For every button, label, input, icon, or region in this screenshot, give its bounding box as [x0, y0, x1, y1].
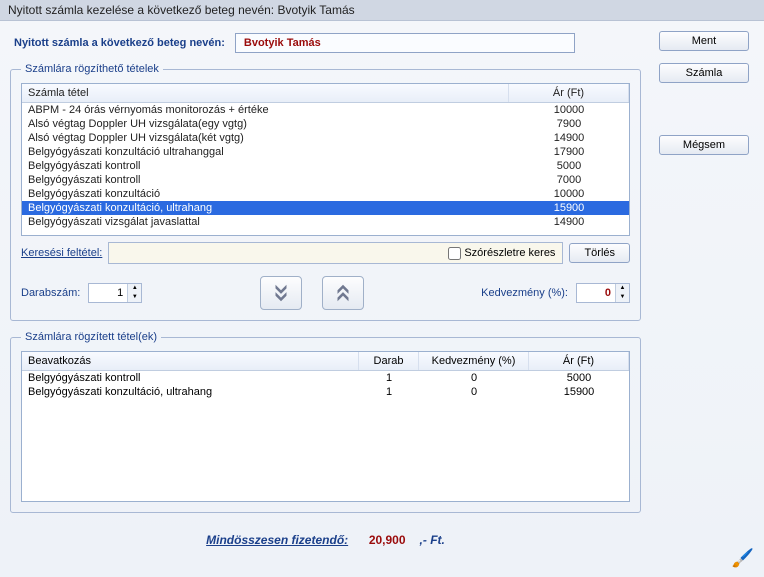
qty-spinner[interactable]: ▲▼	[88, 283, 142, 303]
rcol-qty[interactable]: Darab	[359, 352, 419, 370]
patient-label: Nyitott számla a következő beteg nevén:	[14, 37, 225, 49]
discount-spinner[interactable]: ▲▼	[576, 283, 630, 303]
table-row[interactable]: Alsó végtag Doppler UH vizsgálata(egy vg…	[22, 117, 629, 131]
discount-input[interactable]	[577, 284, 615, 302]
partial-search-label: Szórészletre keres	[464, 247, 555, 259]
qty-up[interactable]: ▲	[128, 284, 141, 293]
search-input[interactable]: Szórészletre keres	[108, 242, 563, 264]
table-row[interactable]: Belgyógyászati vizsgálat javaslattal1490…	[22, 215, 629, 229]
qty-input[interactable]	[89, 284, 127, 302]
disc-up[interactable]: ▲	[616, 284, 629, 293]
recorded-items-legend: Számlára rögzített tétel(ek)	[21, 331, 161, 343]
table-row[interactable]: Alsó végtag Doppler UH vizsgálata(két vg…	[22, 131, 629, 145]
available-items-legend: Számlára rögzíthető tételek	[21, 63, 163, 75]
chevron-down-icon	[270, 282, 292, 304]
table-row[interactable]: ABPM - 24 órás vérnyomás monitorozás + é…	[22, 103, 629, 117]
table-row[interactable]: Belgyógyászati konzultáció, ultrahang101…	[22, 385, 629, 399]
cancel-button[interactable]: Mégsem	[659, 135, 749, 155]
table-row[interactable]: Belgyógyászati konzultáció10000	[22, 187, 629, 201]
rcol-name[interactable]: Beavatkozás	[22, 352, 359, 370]
chevron-up-icon	[332, 282, 354, 304]
qty-label: Darabszám:	[21, 287, 80, 299]
total-row: Mindösszesen fizetendő: 20,900 ,- Ft.	[10, 523, 641, 547]
col-header-price[interactable]: Ár (Ft)	[509, 84, 629, 102]
available-items-table[interactable]: Számla tétel Ár (Ft) ABPM - 24 órás vérn…	[21, 83, 630, 236]
recorded-items-table[interactable]: Beavatkozás Darab Kedvezmény (%) Ár (Ft)…	[21, 351, 630, 502]
delete-button[interactable]: Törlés	[569, 243, 630, 263]
total-suffix: ,- Ft.	[420, 533, 445, 547]
partial-search-check[interactable]	[448, 247, 461, 260]
total-label: Mindösszesen fizetendő:	[206, 533, 348, 547]
qty-down[interactable]: ▼	[128, 293, 141, 302]
patient-name-field: Bvotyik Tamás	[235, 33, 575, 53]
invoice-button[interactable]: Számla	[659, 63, 749, 83]
discount-label: Kedvezmény (%):	[481, 287, 568, 299]
table-row[interactable]: Belgyógyászati konzultáció, ultrahang159…	[22, 201, 629, 215]
col-header-name[interactable]: Számla tétel	[22, 84, 509, 102]
disc-down[interactable]: ▼	[616, 293, 629, 302]
rcol-price[interactable]: Ár (Ft)	[529, 352, 629, 370]
rcol-disc[interactable]: Kedvezmény (%)	[419, 352, 529, 370]
available-items-group: Számlára rögzíthető tételek Számla tétel…	[10, 63, 641, 321]
recorded-items-group: Számlára rögzített tétel(ek) Beavatkozás…	[10, 331, 641, 513]
table-row[interactable]: Belgyógyászati kontroll5000	[22, 159, 629, 173]
search-label[interactable]: Keresési feltétel:	[21, 247, 102, 259]
table-row[interactable]: Belgyógyászati konzultáció ultrahanggal1…	[22, 145, 629, 159]
partial-search-checkbox[interactable]: Szórészletre keres	[448, 247, 559, 260]
window-title: Nyitott számla kezelése a következő bete…	[0, 0, 764, 21]
move-down-button[interactable]	[260, 276, 302, 310]
save-button[interactable]: Ment	[659, 31, 749, 51]
total-amount: 20,900	[369, 533, 406, 547]
table-row[interactable]: Belgyógyászati kontroll7000	[22, 173, 629, 187]
move-up-button[interactable]	[322, 276, 364, 310]
table-row[interactable]: Belgyógyászati kontroll105000	[22, 371, 629, 385]
brush-icon[interactable]: 🖌️	[732, 548, 754, 569]
